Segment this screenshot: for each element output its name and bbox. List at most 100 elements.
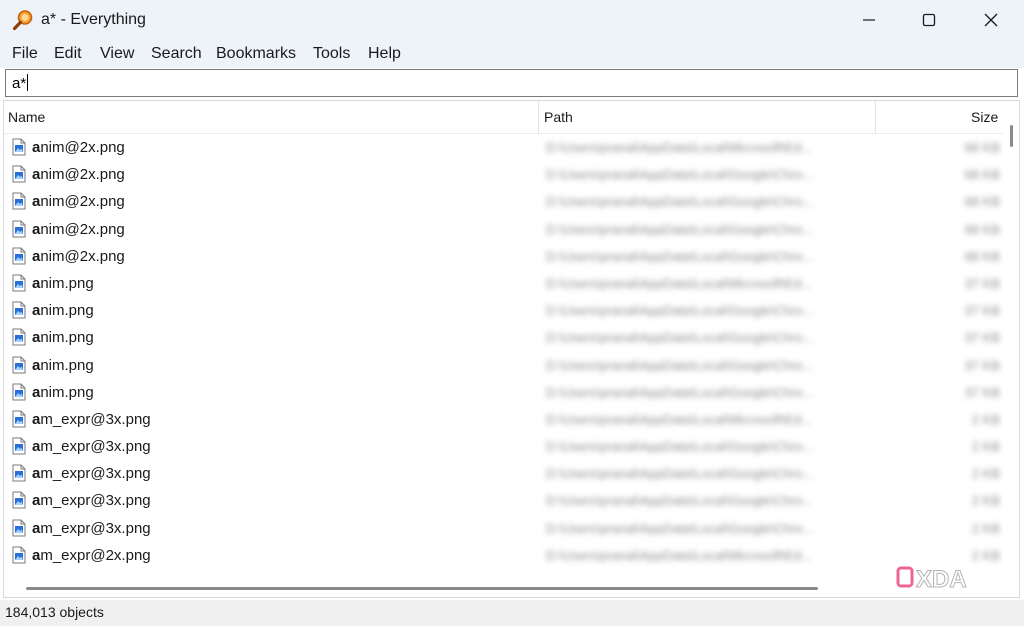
file-path: D:\Users\pranal\AppData\Local\Google\Chr…: [546, 520, 814, 536]
image-file-icon: [12, 301, 26, 319]
file-name: anim.png: [32, 275, 94, 292]
image-file-icon: [12, 247, 26, 265]
file-name: anim.png: [32, 357, 94, 374]
file-name-rest: nim@2x.png: [40, 220, 125, 238]
menu-bar: File Edit View Search Bookmarks Tools He…: [0, 40, 1024, 68]
file-name: am_expr@3x.png: [32, 465, 151, 482]
file-name: anim@2x.png: [32, 166, 125, 183]
table-row[interactable]: anim.png D:\Users\pranal\AppData\Local\Go…: [4, 324, 1004, 351]
file-path: D:\Users\pranal\AppData\Local\Google\Chr…: [546, 194, 814, 210]
horizontal-scroll-thumb[interactable]: [26, 587, 818, 590]
file-size: 2 KB: [971, 439, 1000, 455]
file-name: am_expr@3x.png: [32, 492, 151, 509]
image-file-icon: [12, 356, 26, 373]
image-file-icon: [12, 437, 26, 455]
file-size: 2 KB: [971, 493, 1000, 509]
file-name: am_expr@3x.png: [32, 438, 151, 455]
column-divider[interactable]: [875, 101, 876, 134]
svg-text:XDA: XDA: [916, 566, 967, 593]
table-row[interactable]: anim.png D:\Users\pranal\AppData\Local\Mi…: [4, 270, 1004, 297]
image-file-icon: [12, 220, 26, 238]
vertical-scroll-thumb[interactable]: [1010, 125, 1013, 147]
file-name-rest: nim.png: [40, 302, 94, 320]
magnifier-icon: [12, 10, 33, 31]
table-row[interactable]: am_expr@3x.png D:\Users\pranal\AppData\Lo…: [4, 433, 1004, 460]
file-size: 37 KB: [964, 357, 1000, 373]
file-name-rest: nim.png: [40, 383, 94, 401]
table-row[interactable]: anim@2x.png D:\Users\pranal\AppData\Local…: [4, 188, 1004, 215]
column-name[interactable]: Name: [8, 109, 45, 125]
file-size: 37 KB: [964, 275, 1000, 291]
file-size: 37 KB: [964, 303, 1000, 319]
menu-file[interactable]: File: [12, 45, 38, 63]
close-button[interactable]: [960, 0, 1022, 40]
menu-view[interactable]: View: [100, 45, 134, 63]
menu-help[interactable]: Help: [368, 45, 401, 63]
results-list[interactable]: Name Path Size anim@2x.png D:\Users\prana…: [3, 100, 1020, 598]
file-name: anim@2x.png: [32, 193, 125, 210]
file-size: 37 KB: [964, 330, 1000, 346]
file-name: am_expr@3x.png: [32, 411, 151, 428]
file-name: anim.png: [32, 329, 94, 346]
file-path: D:\Users\pranal\AppData\Local\Microsoft\…: [546, 275, 812, 291]
title-bar[interactable]: a* - Everything: [0, 0, 1024, 40]
results-rows: anim@2x.png D:\Users\pranal\AppData\Local…: [4, 134, 1004, 569]
column-divider[interactable]: [538, 101, 539, 134]
table-row[interactable]: am_expr@3x.png D:\Users\pranal\AppData\Lo…: [4, 515, 1004, 542]
table-row[interactable]: anim.png D:\Users\pranal\AppData\Local\Go…: [4, 379, 1004, 406]
text-caret: [27, 74, 29, 91]
table-row[interactable]: anim@2x.png D:\Users\pranal\AppData\Local…: [4, 216, 1004, 243]
file-size: 2 KB: [971, 466, 1000, 482]
file-name-rest: nim.png: [40, 356, 94, 374]
table-row[interactable]: am_expr@3x.png D:\Users\pranal\AppData\Lo…: [4, 406, 1004, 433]
file-name: am_expr@2x.png: [32, 547, 151, 564]
object-count: 184,013 objects: [5, 604, 104, 620]
file-path: D:\Users\pranal\AppData\Local\Google\Chr…: [546, 493, 814, 509]
file-path: D:\Users\pranal\AppData\Local\Google\Chr…: [546, 357, 814, 373]
table-row[interactable]: am_expr@3x.png D:\Users\pranal\AppData\Lo…: [4, 460, 1004, 487]
column-size[interactable]: Size: [971, 109, 998, 125]
xda-logo: XDA: [896, 566, 967, 594]
file-name-rest: m_expr@2x.png: [40, 546, 151, 564]
menu-edit[interactable]: Edit: [54, 45, 82, 63]
file-size: 37 KB: [964, 384, 1000, 400]
window-title: a* - Everything: [41, 11, 146, 28]
column-path[interactable]: Path: [544, 109, 573, 125]
file-size: 68 KB: [964, 221, 1000, 237]
file-name: anim@2x.png: [32, 221, 125, 238]
file-name-rest: nim@2x.png: [40, 166, 125, 184]
file-path: D:\Users\pranal\AppData\Local\Google\Chr…: [546, 221, 814, 237]
search-input[interactable]: a*: [5, 69, 1018, 97]
menu-search[interactable]: Search: [151, 45, 202, 63]
minimize-icon: [863, 19, 875, 21]
maximize-button[interactable]: [898, 0, 960, 40]
table-row[interactable]: anim@2x.png D:\Users\pranal\AppData\Local…: [4, 161, 1004, 188]
file-path: D:\Users\pranal\AppData\Local\Google\Chr…: [546, 330, 814, 346]
file-size: 2 KB: [971, 547, 1000, 563]
image-file-icon: [12, 491, 26, 509]
file-name-rest: m_expr@3x.png: [40, 465, 151, 483]
menu-bookmarks[interactable]: Bookmarks: [216, 45, 296, 63]
minimize-button[interactable]: [838, 0, 900, 40]
table-row[interactable]: anim.png D:\Users\pranal\AppData\Local\Go…: [4, 352, 1004, 379]
file-name: anim.png: [32, 384, 94, 401]
file-path: D:\Users\pranal\AppData\Local\Google\Chr…: [546, 248, 814, 264]
table-row[interactable]: anim@2x.png D:\Users\pranal\AppData\Local…: [4, 134, 1004, 161]
file-name-rest: nim.png: [40, 274, 94, 292]
horizontal-scrollbar[interactable]: [4, 581, 1003, 597]
menu-tools[interactable]: Tools: [313, 45, 350, 63]
table-row[interactable]: anim@2x.png D:\Users\pranal\AppData\Local…: [4, 243, 1004, 270]
table-row[interactable]: am_expr@3x.png D:\Users\pranal\AppData\Lo…: [4, 487, 1004, 514]
vertical-scrollbar[interactable]: [1003, 101, 1019, 581]
image-file-icon: [12, 165, 26, 183]
table-row[interactable]: anim.png D:\Users\pranal\AppData\Local\Go…: [4, 297, 1004, 324]
file-name-rest: m_expr@3x.png: [40, 492, 151, 510]
table-row[interactable]: am_expr@2x.png D:\Users\pranal\AppData\Lo…: [4, 542, 1004, 569]
file-name-rest: nim@2x.png: [40, 193, 125, 211]
image-file-icon: [12, 192, 26, 210]
image-file-icon: [12, 410, 26, 428]
file-name-rest: nim.png: [40, 329, 94, 347]
file-name-rest: m_expr@3x.png: [40, 438, 151, 456]
maximize-icon: [922, 13, 936, 27]
file-size: 68 KB: [964, 194, 1000, 210]
